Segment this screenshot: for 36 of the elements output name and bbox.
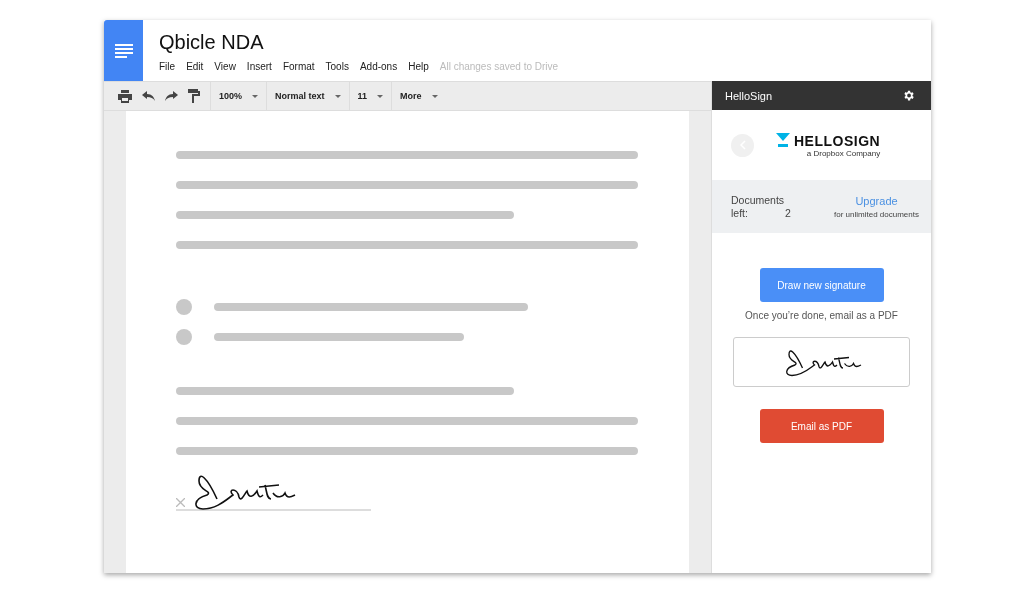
docs-icon[interactable] — [104, 20, 143, 81]
menu-item[interactable]: View — [214, 61, 236, 72]
upgrade-note: for unlimited documents — [834, 209, 919, 219]
sidebar-title: HelloSign — [725, 89, 773, 102]
save-status: All changes saved to Drive — [439, 61, 559, 72]
undo-icon[interactable] — [142, 91, 155, 101]
cross-icon — [176, 498, 185, 507]
settings-icon[interactable] — [902, 89, 915, 102]
menu-item[interactable]: Edit — [186, 61, 204, 72]
caret-icon — [334, 94, 341, 98]
brand-tagline: a Dropbox Company — [806, 148, 881, 158]
menu-item[interactable]: Format — [282, 61, 315, 72]
more-dropdown[interactable]: More — [400, 91, 438, 101]
menu-item[interactable]: Add-ons — [359, 61, 398, 72]
menu-item[interactable]: Help — [408, 61, 429, 72]
paint-roller-icon[interactable] — [188, 89, 200, 103]
document-title[interactable]: Qbicle NDA — [159, 31, 559, 54]
menu-item[interactable]: File — [159, 61, 176, 72]
caret-icon — [431, 94, 438, 98]
logo-icon — [776, 133, 790, 148]
font-size-dropdown[interactable]: 11 — [357, 91, 384, 101]
documents-left-count: 2 — [785, 206, 791, 220]
menu-item[interactable]: Insert — [246, 61, 272, 72]
zoom-dropdown[interactable]: 100% — [219, 91, 259, 101]
email-pdf-button[interactable]: Email as PDF — [759, 409, 884, 443]
instruction-text: Once you’re done, email as a PDF — [745, 310, 898, 321]
bullet-placeholder — [176, 329, 192, 345]
bullet-placeholder — [176, 299, 192, 315]
caret-icon — [377, 94, 384, 98]
menu-item[interactable]: Tools — [325, 61, 349, 72]
documents-left-label: Documents left: — [731, 193, 783, 220]
print-icon[interactable] — [118, 89, 132, 103]
style-dropdown[interactable]: Normal text — [275, 91, 341, 101]
caret-icon — [252, 94, 259, 98]
brand-name: HELLOSIGN — [794, 132, 881, 149]
redo-icon[interactable] — [165, 91, 178, 101]
